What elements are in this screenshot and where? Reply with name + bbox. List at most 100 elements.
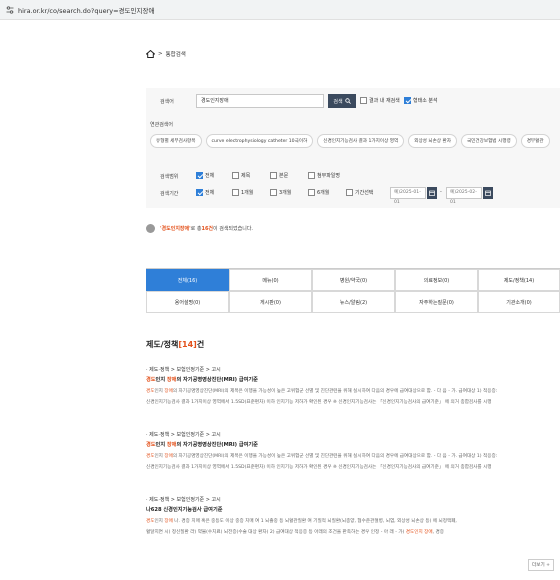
site-settings-icon[interactable] [6,5,14,14]
period-6m-label: 6개월 [317,190,330,196]
scope-body-checkbox[interactable] [270,172,277,179]
period-option-6m[interactable]: 6개월 [308,189,329,196]
scope-option-attachment[interactable]: 첨부파일명 [308,172,340,179]
result-summary: '경도인지장애' 로 총 16건 이 검색되었습니다. [146,224,253,233]
search-icon [344,98,351,104]
snippet-text: 나. 경증 치매 혹은 중등도 이상 중증 치매 여 1 뇌졸중 등 뇌혈관질환… [172,519,457,524]
result-snippet: 경도인지 장애 나. 경증 치매 혹은 중등도 이상 중증 치매 여 1 뇌졸중… [146,516,560,538]
scope-option-title[interactable]: 제목 [232,172,250,179]
scope-attachment-checkbox[interactable] [308,172,315,179]
title-highlight: 경도 [146,442,156,448]
breadcrumb-current: 통합검색 [165,52,186,58]
tab-about[interactable]: 기관소개(0) [478,291,560,313]
calendar-icon[interactable] [483,187,493,199]
within-results-option[interactable]: 결과 내 재검색 [360,97,400,104]
date-from-input[interactable]: 예)2025-01-01 [390,187,426,205]
tab-faq[interactable]: 자주하는질문(0) [395,291,478,313]
period-option-all[interactable]: 전체 [196,189,214,196]
result-title[interactable]: 경도인지 장애의 자기공명영상진단(MRI) 급여기준 [146,376,560,383]
result-path: · 제도·정책 > 보험인정기준 > 고시 [146,432,221,438]
scope-option-body[interactable]: 본문 [270,172,288,179]
tab-medical-info[interactable]: 의료정보(0) [395,269,478,291]
summary-tail: 이 검색되었습니다. [213,226,254,232]
tab-hospital[interactable]: 병원/약국(0) [312,269,395,291]
tab-terms[interactable]: 용어설명(0) [146,291,229,313]
period-option-1m[interactable]: 1개월 [232,189,253,196]
snippet-text: 신경인지기능검사 결과 1가지이상 영역에서 1.5SD(표준편차) 이하 인지… [146,400,492,405]
title-text: 인지 [155,377,167,383]
snippet-highlight: 장애 [164,454,173,459]
title-highlight: 경도 [146,377,156,383]
breadcrumb-separator: > [158,51,163,57]
result-snippet: 경도인지 장애의 자기공명영상진단(MRI)의 제목은 이행을 가능성이 높은 … [146,386,560,408]
morpheme-checkbox[interactable] [404,97,411,104]
section-title-text: 제도/정책 [146,340,179,349]
scope-all-checkbox[interactable] [196,172,203,179]
result-title[interactable]: 경도인지 장애의 자기공명영상진단(MRI) 급여기준 [146,441,560,448]
search-label: 검색어 [160,99,174,105]
category-tabs: 전체(16) 메뉴(0) 병원/약국(0) 의료정보(0) 제도/정책(14) … [146,268,560,313]
snippet-text: 인지 [154,454,165,459]
snippet-text: , 경증 [432,530,444,535]
related-tag[interactable]: curve electrophysiology catheter 10극이하 [205,134,314,148]
tab-all[interactable]: 전체(16) [146,269,229,291]
result-item: · 제도·정책 > 보험인정기준 > 고시 경도인지 장애의 자기공명영상진단(… [146,431,560,473]
search-button[interactable]: 검색 [328,94,356,108]
snippet-highlight: 장애 [164,389,173,394]
period-6m-checkbox[interactable] [308,189,315,196]
snippet-text: 신경인지기능검사 결과 1가지이상 영역에서 1.5SD(표준편차) 이하 인지… [146,465,492,470]
snippet-text: 인지 [154,519,165,524]
related-tag[interactable]: 외상성 뇌손상 환자 [408,134,457,148]
search-button-label: 검색 [333,98,343,105]
snippet-text: 혈달지면 시) 정신질환 라) 약물(수치료) 뇌전증(수술 대상 환자) 2)… [146,530,406,535]
period-all-checkbox[interactable] [196,189,203,196]
title-text: 의 자기공명영상진단(MRI) 급여기준 [176,377,258,383]
related-tags: 유형별 세부검사항목 curve electrophysiology cathe… [150,134,550,148]
within-results-checkbox[interactable] [360,97,367,104]
more-button[interactable]: 더보기 + [528,559,554,571]
tab-policy[interactable]: 제도/정책(14) [478,269,560,291]
search-input[interactable]: 경도인지장애 [196,94,324,108]
period-option-3m[interactable]: 3개월 [270,189,291,196]
morpheme-option[interactable]: 형태소 분석 [404,97,438,104]
related-tag[interactable]: 국민건강보험법 시행령 [460,134,517,148]
period-1m-checkbox[interactable] [232,189,239,196]
result-item: · 제도·정책 > 보험인정기준 > 고시 경도인지 장애의 자기공명영상진단(… [146,366,560,408]
morpheme-label: 형태소 분석 [413,98,438,104]
period-option-custom[interactable]: 기간선택 [346,189,373,196]
info-icon [146,224,155,233]
related-tag[interactable]: 신경인지기능검사 결과 1가지이상 영역 [317,134,405,148]
related-tag[interactable]: 유형별 세부검사항목 [150,134,202,148]
within-results-label: 결과 내 재검색 [369,98,400,104]
period-3m-label: 3개월 [279,190,292,196]
scope-option-all[interactable]: 전체 [196,172,214,179]
date-range-dash: - [440,189,442,195]
scope-title-checkbox[interactable] [232,172,239,179]
period-3m-checkbox[interactable] [270,189,277,196]
summary-mid: 로 총 [190,226,202,232]
tab-news[interactable]: 뉴스/알림(2) [312,291,395,313]
period-label: 검색기간 [160,191,179,197]
title-text: 의 자기공명영상진단(MRI) 급여기준 [176,442,258,448]
summary-query: '경도인지장애' [160,226,191,232]
home-icon[interactable] [146,50,155,58]
url-text[interactable]: hira.or.kr/co/search.do?query=경도인지장애 [18,5,154,15]
title-text: 인지 [155,442,167,448]
summary-count: 16건 [201,226,214,232]
related-tag[interactable]: 경부혈관 [520,134,550,148]
section-title: 제도/정책[14]건 [146,339,204,350]
result-title[interactable]: 나628 신경인지기능검사 급여기준 [146,506,560,513]
snippet-text: 인지 [154,389,165,394]
scope-title-label: 제목 [241,173,251,179]
section-count: [14] [178,340,197,349]
snippet-text: 의 자기공명영상진단(MRI)의 제목은 이행을 가능성이 높은 고위험군 선별… [172,389,498,394]
date-to-input[interactable]: 예)2025-02-01 [446,187,482,205]
tab-board[interactable]: 게시판(0) [229,291,312,313]
result-snippet: 경도인지 장애의 자기공명영상진단(MRI)의 제목은 이행을 가능성이 높은 … [146,451,560,473]
period-custom-checkbox[interactable] [346,189,353,196]
tab-menu[interactable]: 메뉴(0) [229,269,312,291]
calendar-icon[interactable] [427,187,437,199]
scope-all-label: 전체 [205,173,215,179]
address-bar[interactable]: hira.or.kr/co/search.do?query=경도인지장애 [0,0,560,20]
result-item: · 제도·정책 > 보험인정기준 > 고시 나628 신경인지기능검사 급여기준… [146,496,560,538]
